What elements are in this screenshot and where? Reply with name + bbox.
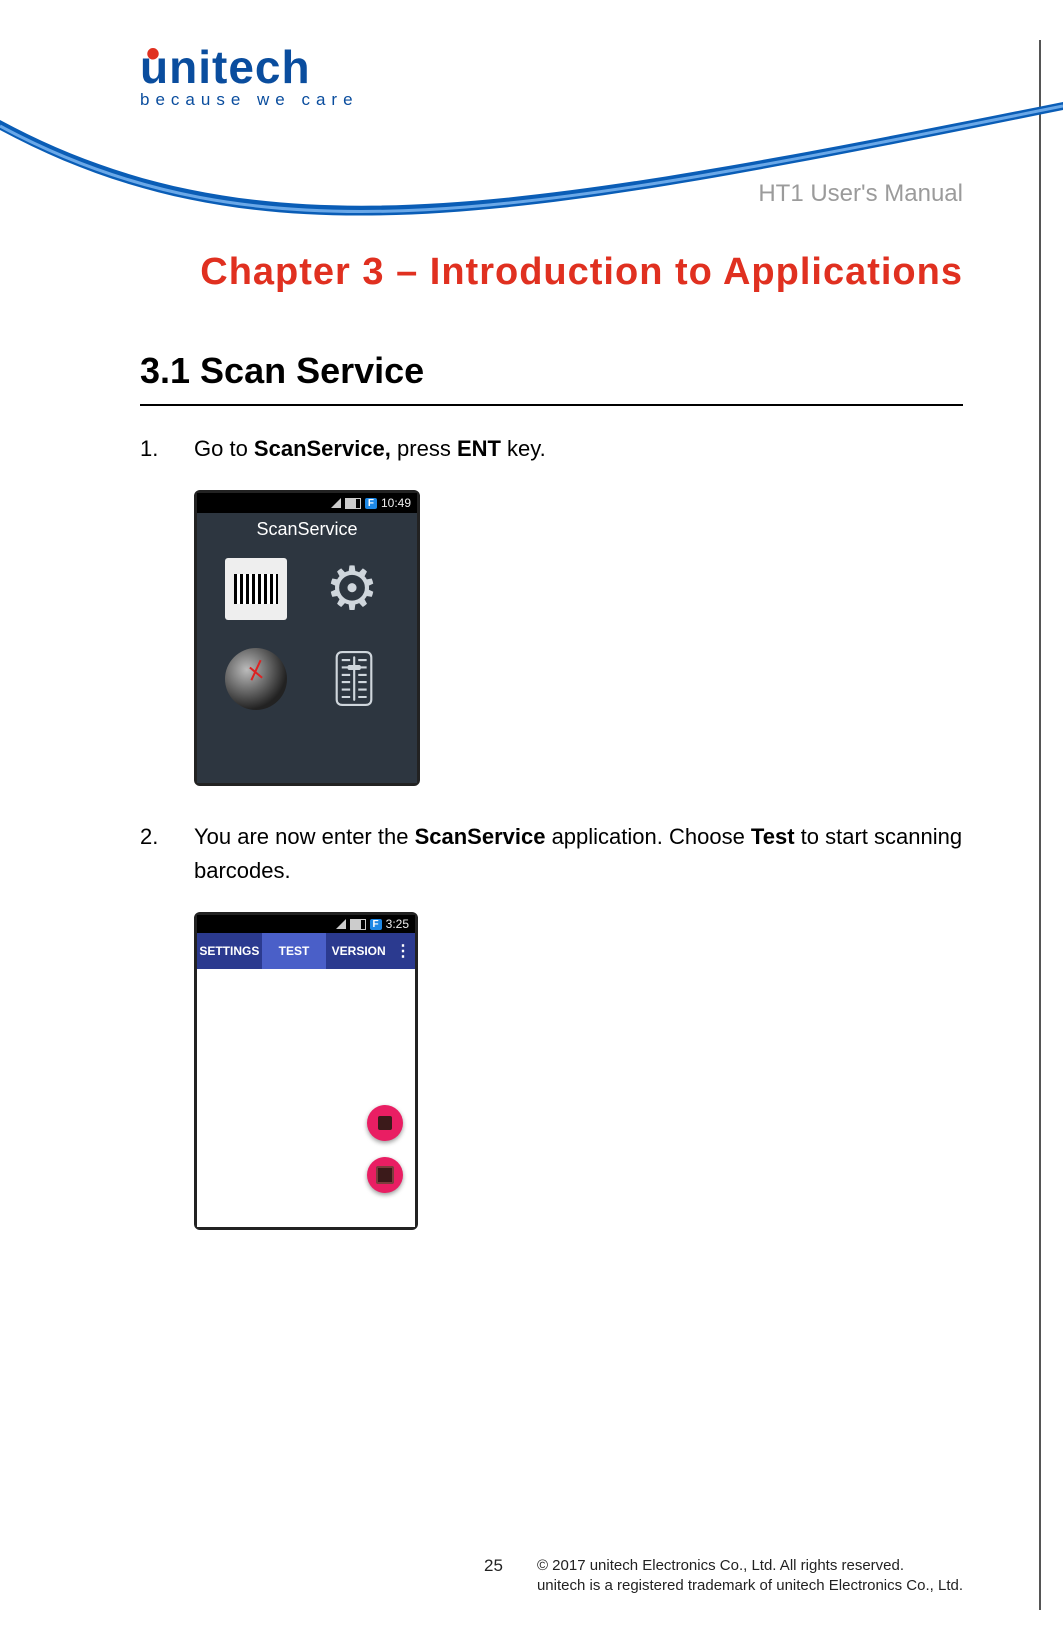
footer-copyright: © 2017 unitech Electronics Co., Ltd. All… [537,1556,963,1597]
f-badge: F [365,498,377,509]
clock-app-icon[interactable] [225,648,287,710]
section-rule [140,404,963,406]
battery-icon [345,498,361,509]
instruction-list-2: 2. You are now enter the ScanService app… [140,820,963,888]
step-2: 2. You are now enter the ScanService app… [140,820,963,888]
scan-icon [376,1166,394,1184]
stop-icon [378,1116,392,1130]
home-screen: ScanService ⚙ 🎚 [197,513,417,783]
screenshot-1-wrap: F 10:49 ScanService ⚙ 🎚 [140,490,963,786]
step-number: 2. [140,820,194,888]
scanservice-screen: SETTINGS TEST VERSION ⋮ [197,933,415,1227]
status-bar: F 3:25 [197,915,415,933]
fab-scan[interactable] [367,1157,403,1193]
tab-version[interactable]: VERSION [326,933,391,969]
brand-logo: u•nitech because we care [140,40,963,110]
signal-icon [331,498,341,508]
tab-settings[interactable]: SETTINGS [197,933,262,969]
sliders-app-icon[interactable]: 🎚 [321,648,383,710]
app-grid: ⚙ 🎚 [197,558,417,710]
status-time: 3:25 [386,917,409,931]
page-number: 25 [484,1556,503,1576]
settings-app-icon[interactable]: ⚙ [321,558,383,620]
page-footer: 25 © 2017 unitech Electronics Co., Ltd. … [0,1556,1063,1597]
step-number: 1. [140,432,194,466]
step-text: Go to ScanService, press ENT key. [194,432,963,466]
battery-icon [350,919,366,930]
f-badge: F [370,919,382,930]
scanservice-app-icon[interactable] [225,558,287,620]
step-text: You are now enter the ScanService applic… [194,820,963,888]
section-title: 3.1 Scan Service [140,350,963,392]
selected-app-label: ScanService [197,513,417,558]
overflow-menu-icon[interactable]: ⋮ [391,933,415,969]
status-bar: F 10:49 [197,493,417,513]
logo-brand: u•nitech [140,40,963,94]
status-time: 10:49 [381,496,411,510]
tab-test[interactable]: TEST [262,933,327,969]
instruction-list: 1. Go to ScanService, press ENT key. [140,432,963,466]
right-edge-rule [1039,40,1041,1610]
step-1: 1. Go to ScanService, press ENT key. [140,432,963,466]
barcode-icon [234,574,278,604]
logo-tagline: because we care [140,90,963,110]
document-page: u•nitech because we care HT1 User's Manu… [0,0,1063,1650]
chapter-title: Chapter 3 – Introduction to Applications [140,236,963,308]
screenshot-2-wrap: F 3:25 SETTINGS TEST VERSION ⋮ [140,912,963,1230]
signal-icon [336,919,346,929]
document-title: HT1 User's Manual [140,180,963,208]
phone-screenshot-2: F 3:25 SETTINGS TEST VERSION ⋮ [194,912,418,1230]
tab-bar: SETTINGS TEST VERSION ⋮ [197,933,415,969]
phone-screenshot-1: F 10:49 ScanService ⚙ 🎚 [194,490,420,786]
header-swoosh [0,90,1063,230]
fab-stop[interactable] [367,1105,403,1141]
